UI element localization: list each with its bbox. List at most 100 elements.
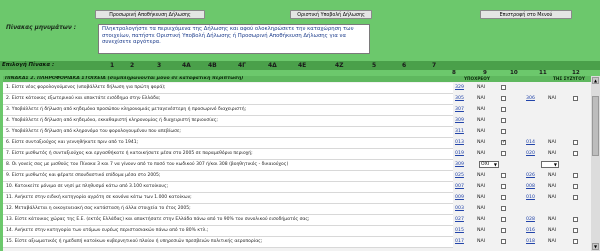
question-text: 11. Ανήκετε στην ειδική κατηγορία αγρότη…	[6, 195, 192, 200]
question-row: 15. Είστε αξιωματικός ή ημεδαπή κατοίκων…	[3, 237, 591, 248]
question-text: 4. Υποβάλλετε ή δήλωση από κηδεμόνα, εκκ…	[6, 118, 218, 123]
taxpayer-checkbox[interactable]	[501, 96, 506, 101]
taxpayer-code-link[interactable]: 009	[455, 195, 464, 200]
scroll-up-icon[interactable]: ▲	[592, 77, 599, 84]
spouse-checkbox[interactable]	[573, 96, 578, 101]
toolbar: Προσωρινή Αποθήκευση Δήλωσης Οριστική Υπ…	[0, 0, 600, 22]
tab-4b[interactable]: 4Β	[208, 62, 217, 69]
question-row: 8. Οι γονείς σας με μισθούς του Πίνακα 3…	[3, 160, 591, 171]
taxpayer-code-link[interactable]: 027	[455, 217, 464, 222]
tab-7[interactable]: 7	[432, 62, 436, 69]
vertical-scrollbar[interactable]: ▲ ▼	[591, 76, 600, 251]
final-submit-button[interactable]: Οριστική Υποβολή Δήλωσης	[290, 10, 372, 19]
taxpayer-code-link[interactable]: 309	[455, 162, 464, 167]
tab-4e[interactable]: 4Ε	[298, 62, 306, 69]
taxpayer-code-link[interactable]: 017	[455, 239, 464, 244]
spouse-code-link[interactable]: 028	[526, 217, 535, 222]
taxpayer-checkbox[interactable]	[501, 139, 506, 145]
taxpayer-checkbox[interactable]	[501, 173, 506, 178]
section-header: ΠΙΝΑΚΑΣ 2. ΠΛΗΡΟΦΟΡΙΑΚΑ ΣΤΟΙΧΕΙΑ (συμπλη…	[3, 76, 591, 82]
taxpayer-checkbox[interactable]	[501, 239, 506, 244]
question-row: 6. Είστε συνταξιούχος και γεννηθήκατε πρ…	[3, 138, 591, 149]
taxpayer-checkbox[interactable]	[501, 118, 506, 123]
spouse-answer: ΝΑΙ	[548, 228, 557, 233]
taxpayer-checkbox[interactable]	[501, 195, 506, 200]
spouse-code-link[interactable]: 016	[526, 228, 535, 233]
tab-4c[interactable]: 4Γ	[238, 62, 246, 69]
question-row: 2. Είστε κάτοικος εξωτερικού και αποκτάτ…	[3, 94, 591, 105]
chevron-down-icon: ▼	[493, 162, 497, 167]
spouse-checkbox[interactable]	[573, 217, 578, 222]
taxpayer-answer: ΝΑΙ	[477, 239, 486, 244]
scroll-thumb[interactable]	[592, 96, 599, 156]
back-to-menu-button[interactable]: Επιστροφή στο Μενού	[480, 10, 572, 19]
taxpayer-checkbox[interactable]	[501, 228, 506, 233]
taxpayer-code-link[interactable]: 003	[455, 206, 464, 211]
spouse-checkbox[interactable]	[573, 151, 578, 156]
taxpayer-code-link[interactable]: 007	[455, 184, 464, 189]
tab-2[interactable]: 2	[130, 62, 134, 69]
question-row: 12. Μεταβάλλεται η οικογενειακή σας κατά…	[3, 204, 591, 215]
table-selector: Επιλογή Πίνακα : 1 2 3 4Α 4Β 4Γ 4Δ 4Ε 4Ζ…	[0, 61, 600, 70]
taxpayer-code-link[interactable]: 307	[455, 107, 464, 112]
taxpayer-code-link[interactable]: 311	[455, 129, 464, 134]
tab-4a[interactable]: 4Α	[182, 62, 191, 69]
taxpayer-answer: ΝΑΙ	[477, 140, 486, 145]
tab-6[interactable]: 6	[402, 62, 406, 69]
taxpayer-answer: ΝΑΙ	[477, 228, 486, 233]
provisional-save-button[interactable]: Προσωρινή Αποθήκευση Δήλωσης	[95, 10, 205, 19]
question-text: 15. Είστε αξιωματικός ή ημεδαπή κατοίκων…	[6, 239, 263, 244]
tab-5[interactable]: 5	[372, 62, 376, 69]
taxpayer-checkbox[interactable]	[501, 217, 506, 222]
taxpayer-answer: ΝΑΙ	[477, 206, 486, 211]
spouse-checkbox[interactable]	[573, 195, 578, 200]
taxpayer-checkbox[interactable]	[501, 151, 506, 156]
taxpayer-answer-select[interactable]: ΟΧΙ ▼	[479, 161, 499, 168]
message-label: Πίνακας μηνυμάτων :	[6, 25, 77, 31]
question-text: 1. Είστε νέος φορολογούμενος (υποβάλλετε…	[6, 85, 166, 90]
scroll-down-icon[interactable]: ▼	[592, 243, 599, 250]
question-text: 13. Είστε κάτοικος χώρας της Ε.Ε. (εκτός…	[6, 217, 310, 222]
spouse-answer: ΝΑΙ	[548, 96, 557, 101]
spouse-code-link[interactable]: 008	[526, 184, 535, 189]
spouse-answer: ΝΑΙ	[548, 239, 557, 244]
message-textbox[interactable]: Πληκτρολογήστε τα περιεχόμενα της Δήλωση…	[98, 24, 370, 54]
spouse-code-link[interactable]: 010	[526, 195, 535, 200]
taxpayer-code-link[interactable]: 019	[455, 151, 464, 156]
question-row: 1. Είστε νέος φορολογούμενος (υποβάλλετε…	[3, 83, 591, 94]
question-row: 11. Ανήκετε στην ειδική κατηγορία αγρότη…	[3, 193, 591, 204]
spouse-checkbox[interactable]	[573, 239, 578, 244]
taxpayer-code-link[interactable]: 025	[455, 173, 464, 178]
spouse-checkbox[interactable]	[573, 173, 578, 178]
taxpayer-checkbox[interactable]	[501, 107, 506, 112]
spouse-code-link[interactable]: 026	[526, 173, 535, 178]
tab-3[interactable]: 3	[157, 62, 161, 69]
spouse-code-link[interactable]: 020	[526, 151, 535, 156]
taxpayer-checkbox[interactable]	[501, 184, 506, 189]
question-row: 7. Είστε μισθωτός ή συνταξιούχος και εργ…	[3, 149, 591, 160]
taxpayer-checkbox[interactable]	[501, 206, 506, 211]
tab-4z[interactable]: 4Ζ	[335, 62, 344, 69]
spouse-checkbox[interactable]	[573, 228, 578, 233]
taxpayer-code-link[interactable]: 305	[455, 96, 464, 101]
taxpayer-code-link[interactable]: 329	[455, 85, 464, 90]
taxpayer-code-link[interactable]: 309	[455, 118, 464, 123]
taxpayer-answer: ΝΑΙ	[477, 184, 486, 189]
taxpayer-answer: ΝΑΙ	[477, 107, 486, 112]
spouse-checkbox[interactable]	[573, 140, 578, 145]
taxpayer-code-link[interactable]: 013	[455, 140, 464, 145]
question-row: 3. Υποβάλλετε ή δήλωση από κηδεμόνα προσ…	[3, 105, 591, 116]
taxpayer-answer: ΝΑΙ	[477, 96, 486, 101]
question-row: 9. Είστε μισθωτός και φέρατε σπουδαστικό…	[3, 171, 591, 182]
spouse-code-link[interactable]: 018	[526, 239, 535, 244]
spouse-answer-select[interactable]: ▼	[541, 161, 559, 168]
taxpayer-answer: ΝΑΙ	[477, 173, 486, 178]
taxpayer-checkbox[interactable]	[501, 129, 506, 134]
spouse-checkbox[interactable]	[573, 184, 578, 189]
spouse-code-link[interactable]: 014	[526, 140, 535, 145]
spouse-code-link[interactable]: 306	[526, 96, 535, 101]
tab-4d[interactable]: 4Δ	[268, 62, 277, 69]
tab-1[interactable]: 1	[110, 62, 114, 69]
taxpayer-checkbox[interactable]	[501, 85, 506, 90]
taxpayer-code-link[interactable]: 015	[455, 228, 464, 233]
